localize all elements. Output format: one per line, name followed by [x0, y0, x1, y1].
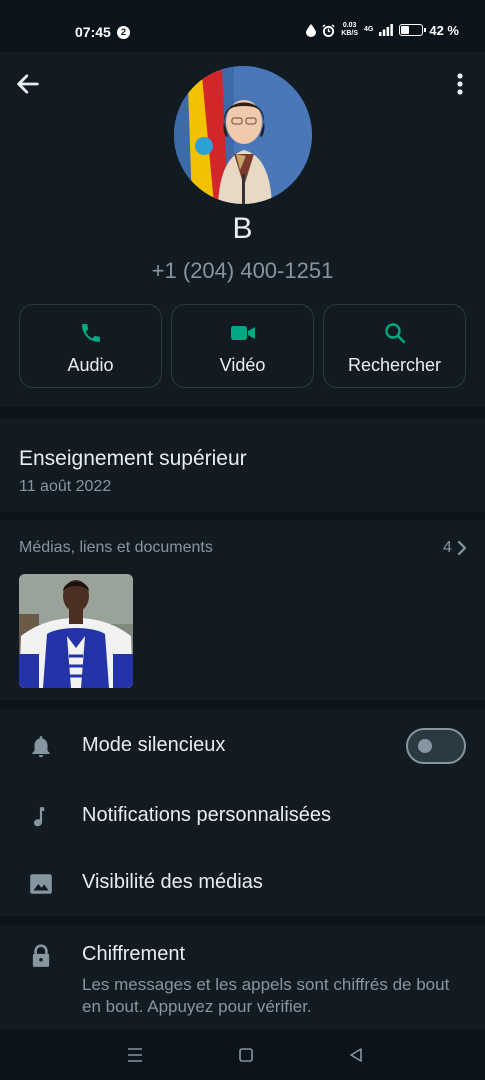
- mute-label: Mode silencieux: [82, 734, 226, 756]
- contact-phone: +1 (204) 400-1251: [151, 258, 334, 283]
- network-type: 4G: [364, 26, 373, 34]
- search-icon: [384, 323, 405, 344]
- status-bar: 07:45 2 0.03 KB/S 4G 42 %: [0, 0, 485, 52]
- media-section-label[interactable]: Médias, liens et documents: [19, 539, 213, 557]
- mute-toggle[interactable]: [406, 728, 466, 764]
- image-icon: [30, 874, 52, 894]
- alarm-icon: [322, 23, 335, 37]
- back-triangle-icon[interactable]: [345, 1044, 367, 1066]
- search-label: Rechercher: [347, 355, 442, 375]
- avatar-photo: [174, 66, 312, 204]
- home-square-icon[interactable]: [235, 1044, 257, 1066]
- media-thumbnail[interactable]: [19, 574, 133, 688]
- audio-label: Audio: [67, 355, 114, 375]
- encryption-description: Les messages et les appels sont chiffrés…: [82, 975, 450, 1016]
- toggle-knob: [418, 739, 432, 753]
- custom-notifications-label: Notifications personnalisées: [82, 804, 332, 826]
- media-photo: [19, 574, 133, 688]
- network-speed: 0.03 KB/S: [341, 22, 358, 38]
- bell-icon: [32, 736, 50, 758]
- avatar[interactable]: [174, 66, 312, 204]
- phone-icon: [81, 324, 100, 342]
- network-label: 4G: [364, 26, 374, 33]
- more-vertical-icon[interactable]: [450, 70, 470, 98]
- music-note-icon: [33, 807, 45, 827]
- video-label: Vidéo: [219, 355, 266, 375]
- video-call-button[interactable]: Vidéo: [171, 304, 314, 388]
- speed-unit: KB/S: [341, 30, 359, 37]
- search-button[interactable]: Rechercher: [323, 304, 466, 388]
- battery-icon: [399, 24, 427, 36]
- status-time: 07:45: [75, 24, 111, 40]
- notification-badge: 2: [117, 26, 130, 39]
- menu-icon[interactable]: [124, 1044, 146, 1066]
- chevron-right-icon[interactable]: [456, 539, 468, 557]
- arrow-left-icon[interactable]: [14, 70, 42, 98]
- media-count[interactable]: 4: [443, 539, 452, 557]
- speed-value: 0.03: [342, 22, 357, 29]
- lock-icon: [32, 944, 50, 967]
- audio-call-button[interactable]: Audio: [19, 304, 162, 388]
- contact-name: B: [232, 212, 253, 245]
- video-icon: [230, 326, 255, 340]
- about-text: Enseignement supérieur: [19, 447, 247, 470]
- about-date: 11 août 2022: [19, 478, 112, 495]
- encryption-title: Chiffrement: [82, 943, 186, 965]
- battery-percent: 42 %: [429, 22, 459, 38]
- media-visibility-label: Visibilité des médias: [82, 871, 263, 893]
- battery-level: [401, 26, 410, 34]
- status-indicators: 0.03 KB/S 4G 42 %: [306, 22, 459, 38]
- drop-icon: [306, 23, 317, 37]
- system-nav-bar: [0, 1030, 485, 1080]
- signal-icon: [379, 24, 394, 36]
